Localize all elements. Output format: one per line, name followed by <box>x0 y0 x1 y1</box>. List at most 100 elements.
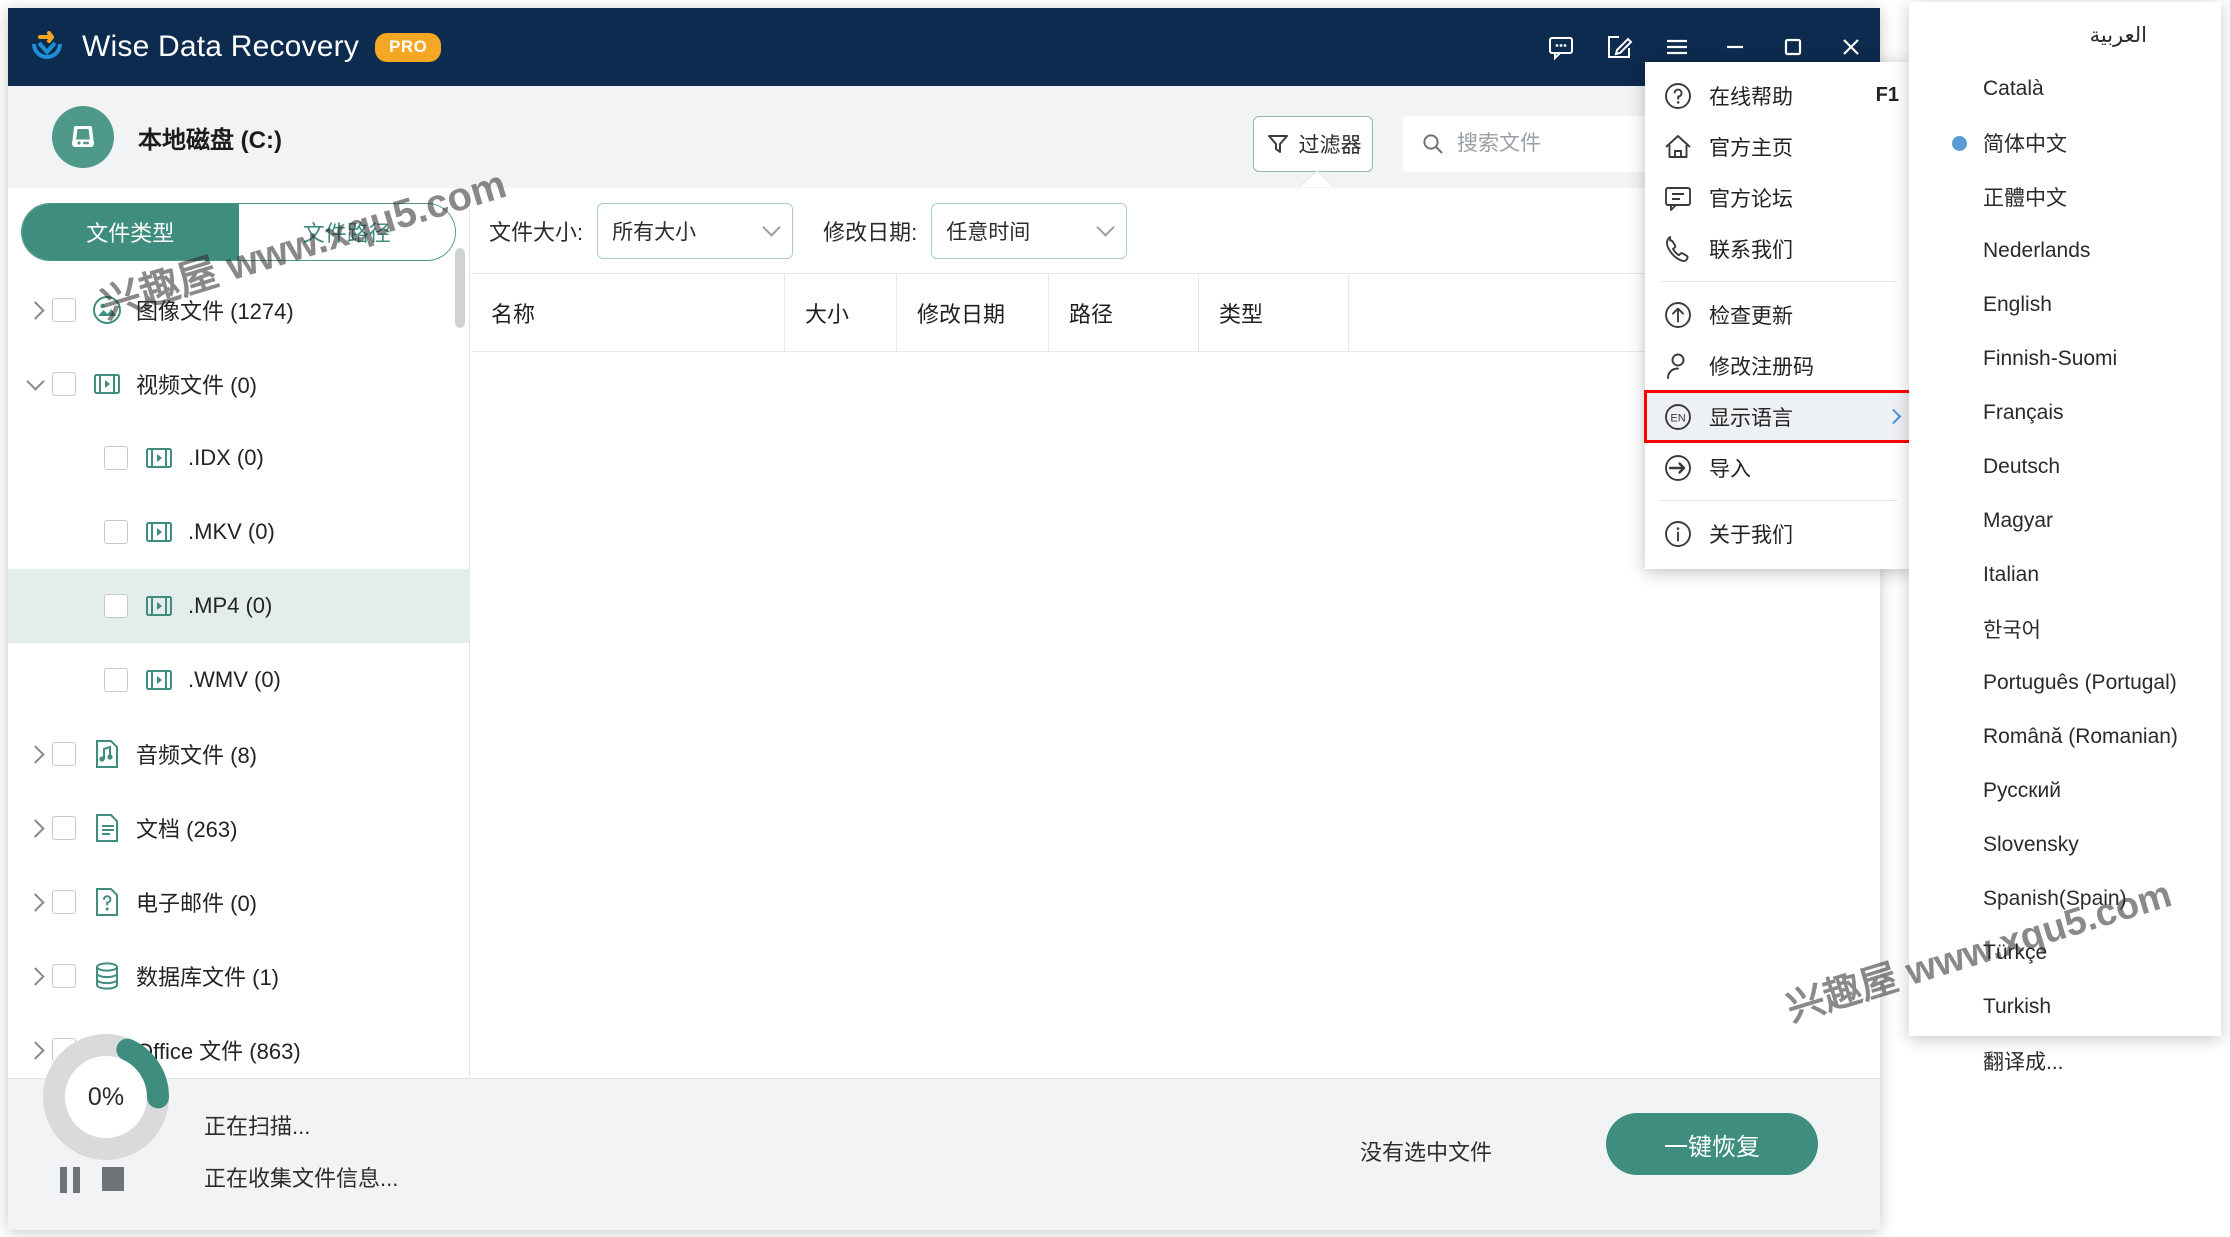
tree-item-checkbox[interactable] <box>52 816 76 840</box>
menu-item-label: 导入 <box>1709 457 1751 481</box>
chevron-right-icon <box>25 966 45 986</box>
tree-item-checkbox[interactable] <box>104 446 128 470</box>
stop-icon[interactable] <box>102 1167 124 1191</box>
tree-item[interactable]: .WMV (0) <box>8 643 469 717</box>
filter-button[interactable]: 过滤器 <box>1253 116 1373 172</box>
tree-item[interactable]: 文档 (263) <box>8 791 469 865</box>
sidebar-scrollbar-thumb[interactable] <box>455 248 465 328</box>
modified-date-label: 修改日期: <box>823 219 918 245</box>
language-menu-item[interactable]: 正體中文 <box>1909 170 2221 224</box>
language-menu-item[interactable]: 简体中文 <box>1909 116 2221 170</box>
selected-language-dot <box>1952 135 1967 151</box>
user-icon <box>1661 349 1695 383</box>
tree-caret-cell[interactable] <box>18 300 52 320</box>
update-arrow-icon <box>1661 298 1695 332</box>
funnel-icon <box>1267 135 1288 153</box>
language-menu-item[interactable]: Català <box>1909 62 2221 116</box>
language-menu-item-label: Spanish(Spain) <box>1983 887 2127 910</box>
language-menu-item[interactable]: Türkçe <box>1909 926 2221 980</box>
language-menu-item-label: Türkçe <box>1983 941 2048 964</box>
disk-label: 本地磁盘 (C:) <box>138 126 282 154</box>
column-header[interactable]: 路径 <box>1049 274 1199 351</box>
tree-item-checkbox[interactable] <box>52 372 76 396</box>
language-menu-item[interactable]: 한국어 <box>1909 602 2221 656</box>
tree-item-label: 图像文件 (1274) <box>136 299 294 324</box>
tree-item[interactable]: 视频文件 (0) <box>8 347 469 421</box>
tree-caret-cell[interactable] <box>18 744 52 764</box>
menu-item-label: 联系我们 <box>1709 238 1793 262</box>
help-circle-icon <box>1661 79 1695 113</box>
document-file-icon <box>90 811 124 845</box>
language-menu-item-label: Nederlands <box>1983 239 2091 262</box>
chevron-right-icon <box>25 300 45 320</box>
menu-item[interactable]: 导入 <box>1645 442 1913 493</box>
tree-caret-cell[interactable] <box>18 892 52 912</box>
tree-item-checkbox[interactable] <box>52 742 76 766</box>
language-menu-item[interactable]: Slovensky <box>1909 818 2221 872</box>
file-size-select[interactable]: 所有大小 <box>597 202 794 259</box>
column-header[interactable]: 修改日期 <box>897 274 1049 351</box>
tree-item-checkbox[interactable] <box>52 890 76 914</box>
language-menu-item[interactable]: العربية <box>1909 8 2221 62</box>
tree-caret-cell[interactable] <box>18 818 52 838</box>
tree-item[interactable]: 图像文件 (1274) <box>8 273 469 347</box>
image-file-icon <box>90 293 124 327</box>
tree-item[interactable]: .IDX (0) <box>8 421 469 495</box>
language-menu-item[interactable]: Spanish(Spain) <box>1909 872 2221 926</box>
svg-text:EN: EN <box>1670 412 1685 424</box>
language-menu-item-label: Turkish <box>1983 995 2052 1018</box>
menu-item[interactable]: 官方论坛 <box>1645 172 1913 223</box>
column-header[interactable]: 大小 <box>785 274 897 351</box>
language-menu-item[interactable]: Deutsch <box>1909 440 2221 494</box>
language-menu-item[interactable]: Nederlands <box>1909 224 2221 278</box>
tree-item[interactable]: .MKV (0) <box>8 495 469 569</box>
menu-item[interactable]: EN 显示语言 <box>1644 390 1914 443</box>
menu-item[interactable]: 官方主页 <box>1645 121 1913 172</box>
language-menu-item[interactable]: Magyar <box>1909 494 2221 548</box>
video-file-icon <box>142 515 176 549</box>
recover-button[interactable]: 一键恢复 <box>1606 1113 1818 1175</box>
edit-icon[interactable] <box>1590 8 1648 86</box>
tree-caret-cell[interactable] <box>18 966 52 986</box>
video-file-icon <box>90 367 124 401</box>
column-header[interactable]: 类型 <box>1199 274 1349 351</box>
language-menu-item[interactable]: Italian <box>1909 548 2221 602</box>
language-menu-item[interactable]: Turkish <box>1909 980 2221 1034</box>
tree-caret-cell[interactable] <box>18 371 52 394</box>
tree-item-checkbox[interactable] <box>104 520 128 544</box>
tree-item[interactable]: 音频文件 (8) <box>8 717 469 791</box>
language-menu-item[interactable]: Finnish-Suomi <box>1909 332 2221 386</box>
language-menu-item[interactable]: Română (Romanian) <box>1909 710 2221 764</box>
app-logo-icon <box>24 24 70 70</box>
language-menu-item[interactable]: English <box>1909 278 2221 332</box>
menu-item[interactable]: 联系我们 <box>1645 223 1913 274</box>
tree-item-checkbox[interactable] <box>52 964 76 988</box>
tree-item[interactable]: 电子邮件 (0) <box>8 865 469 939</box>
pause-icon[interactable] <box>60 1167 80 1193</box>
chevron-down-icon <box>1096 218 1115 237</box>
tree-item-checkbox[interactable] <box>104 594 128 618</box>
menu-item[interactable]: 检查更新 <box>1645 289 1913 340</box>
tab-file-path[interactable]: 文件路径 <box>238 204 455 260</box>
language-menu-item[interactable]: Русский <box>1909 764 2221 818</box>
chevron-down-icon <box>25 371 45 391</box>
feedback-icon[interactable] <box>1532 8 1590 86</box>
menu-item[interactable]: 在线帮助 F1 <box>1645 70 1913 121</box>
search-icon <box>1423 134 1443 154</box>
language-menu-item[interactable]: 翻译成... <box>1909 1034 2221 1088</box>
scanning-status-text: 正在扫描... <box>204 1114 311 1139</box>
language-menu-item[interactable]: Português (Portugal) <box>1909 656 2221 710</box>
tree-item[interactable]: 数据库文件 (1) <box>8 939 469 1013</box>
menu-item[interactable]: 修改注册码 <box>1645 340 1913 391</box>
menu-item[interactable]: 关于我们 <box>1645 508 1913 559</box>
tree-item-checkbox[interactable] <box>52 298 76 322</box>
language-menu-item[interactable]: Français <box>1909 386 2221 440</box>
menu-item-label: 关于我们 <box>1709 523 1793 547</box>
no-selection-text: 没有选中文件 <box>1359 1140 1492 1165</box>
app-title: Wise Data Recovery <box>82 30 360 63</box>
tree-item-checkbox[interactable] <box>104 668 128 692</box>
tab-file-type[interactable]: 文件类型 <box>22 204 239 260</box>
modified-date-select[interactable]: 任意时间 <box>931 202 1128 259</box>
tree-item[interactable]: .MP4 (0) <box>8 569 469 643</box>
column-header[interactable]: 名称 <box>471 274 785 351</box>
